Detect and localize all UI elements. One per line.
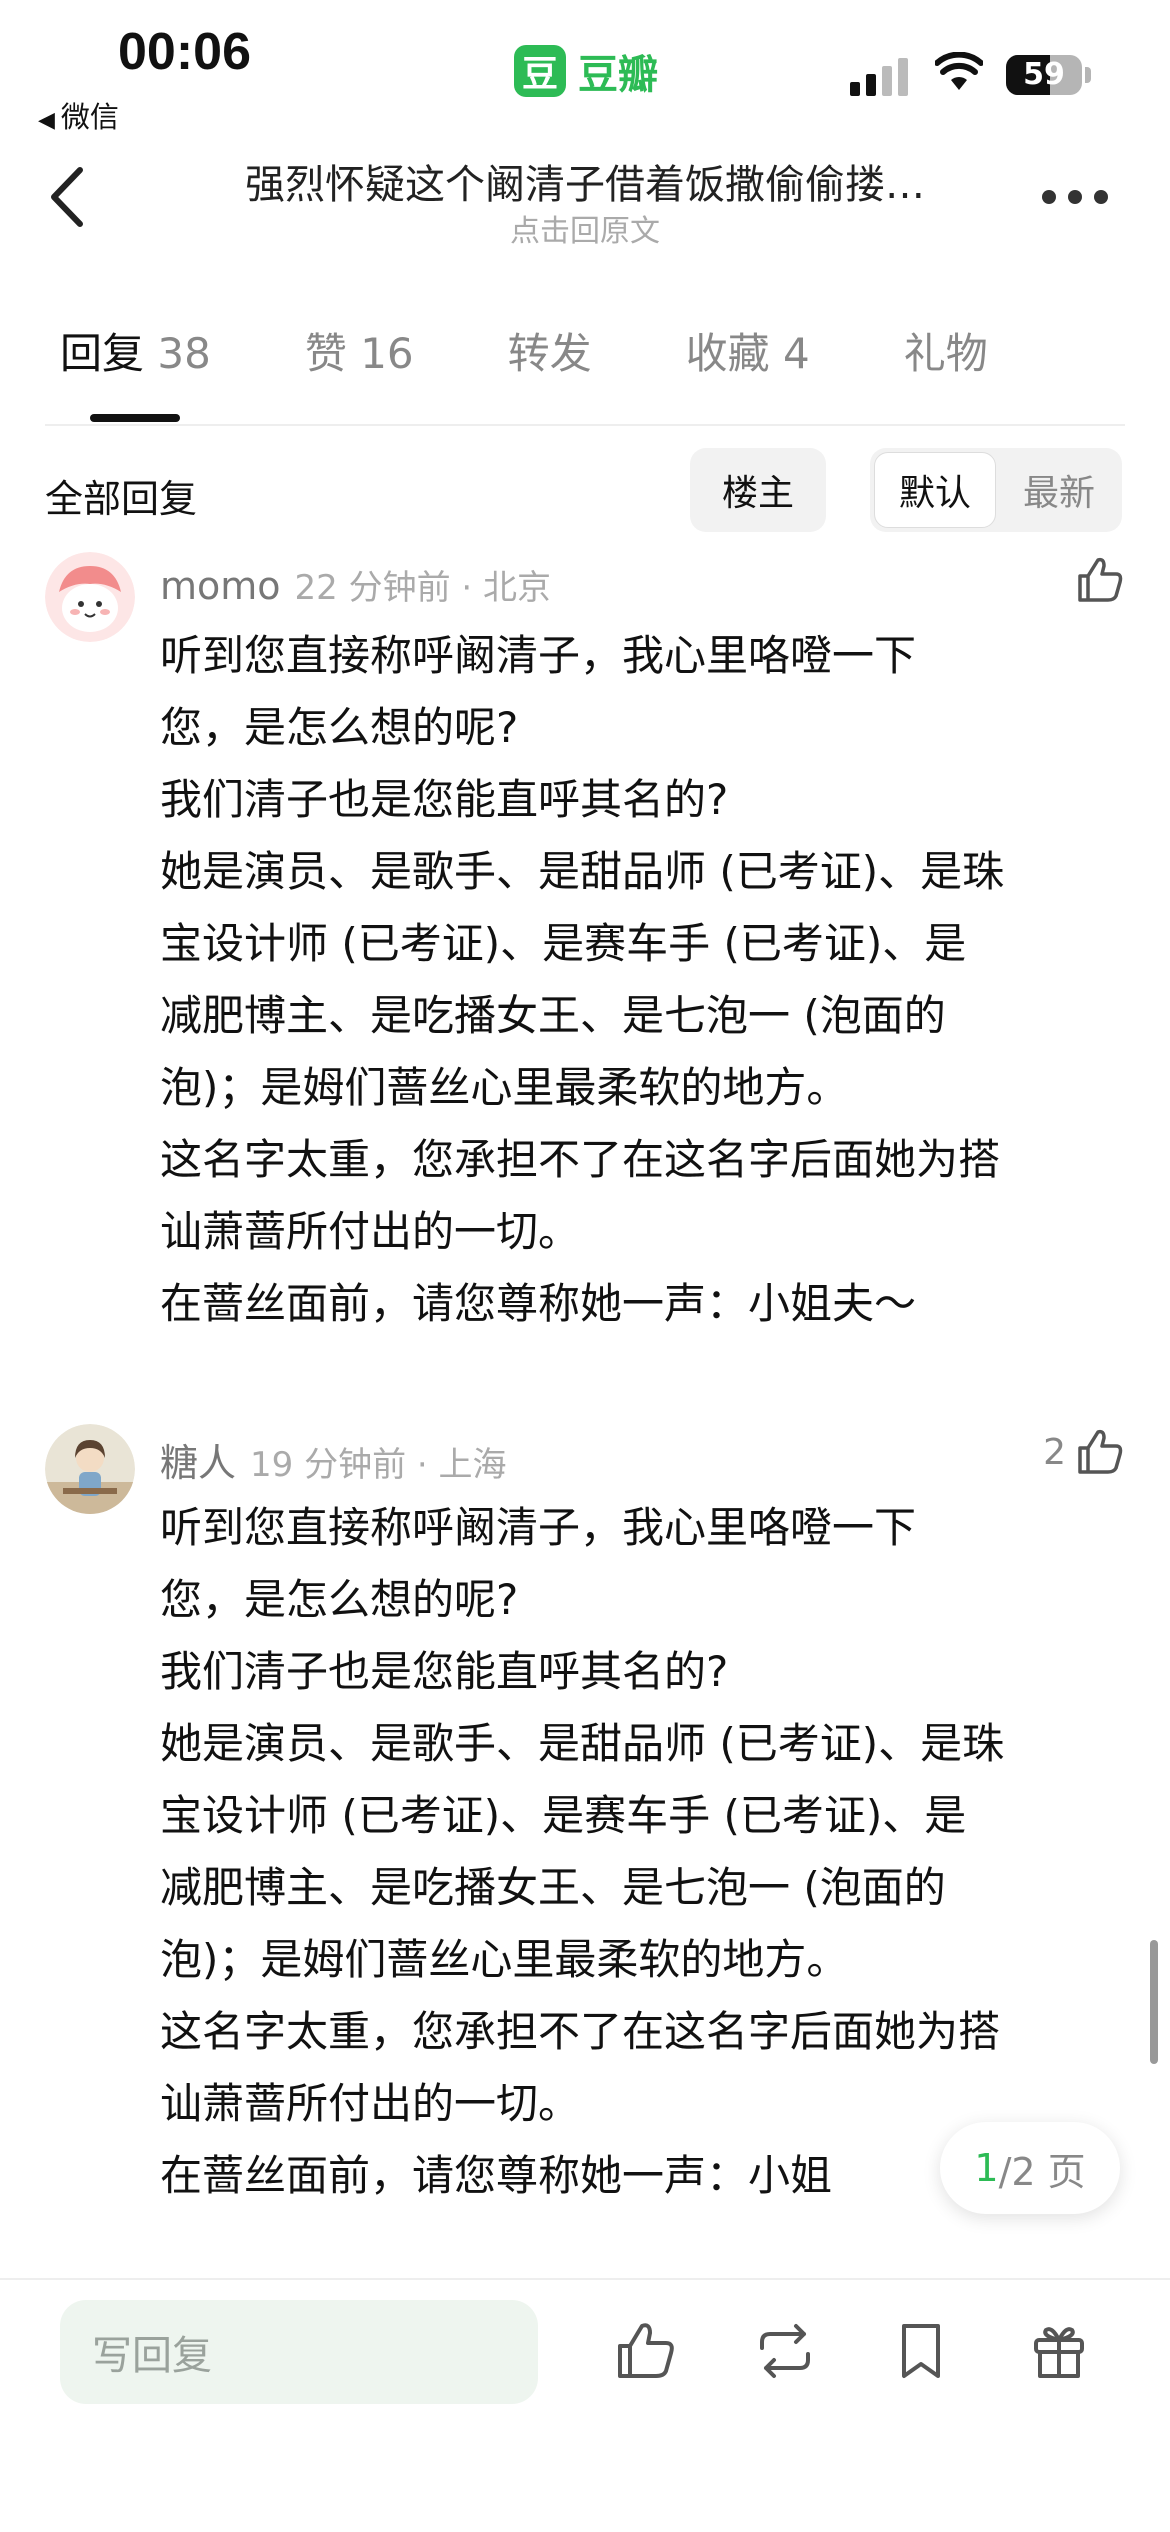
- back-to-original-link[interactable]: 点击回原文: [150, 206, 1020, 250]
- app-name: 豆瓣: [578, 52, 658, 98]
- battery-level: 59: [1023, 57, 1065, 92]
- comment-author[interactable]: 糖人: [160, 1441, 236, 1485]
- comment-author[interactable]: momo: [160, 564, 281, 608]
- divider: [45, 424, 1125, 426]
- op-only-button[interactable]: 楼主: [690, 448, 826, 532]
- back-app-label: 微信: [60, 100, 119, 134]
- douban-logo-icon: 豆: [514, 45, 566, 97]
- active-tab-indicator: [90, 414, 180, 422]
- battery-icon: 59: [1006, 55, 1082, 95]
- sort-latest-button[interactable]: 最新: [998, 452, 1120, 528]
- comment-text: 听到您直接称呼阚清子，我心里咯噔一下 您，是怎么想的呢? 我们清子也是您能直呼其…: [160, 631, 1005, 1328]
- all-replies-label: 全部回复: [45, 477, 198, 521]
- current-page: 1: [974, 2146, 999, 2190]
- divider: [0, 2278, 1170, 2280]
- chevron-left-icon: [51, 167, 83, 227]
- comment-text: 听到您直接称呼阚清子，我心里咯噔一下 您，是怎么想的呢? 我们清子也是您能直呼其…: [160, 1503, 1005, 2200]
- wifi-icon: [934, 51, 984, 96]
- gift-icon: [1034, 2327, 1084, 2378]
- tab-reshares[interactable]: 转发: [508, 320, 592, 381]
- comment-meta: momo 22 分钟前 · 北京: [160, 560, 551, 609]
- avatar[interactable]: [45, 552, 135, 642]
- like-post-button[interactable]: [612, 2318, 678, 2384]
- back-to-app-link[interactable]: ◀ 微信: [38, 94, 119, 136]
- reshare-button[interactable]: [752, 2318, 818, 2384]
- thumbs-up-icon: [1078, 1429, 1123, 1474]
- reply-filter-row: 全部回复 楼主 默认 最新: [0, 448, 1170, 534]
- gift-button[interactable]: [1026, 2318, 1092, 2384]
- cellular-signal-icon: [850, 58, 908, 96]
- comment-time-location: 22 分钟前 · 北京: [294, 568, 552, 608]
- collect-button[interactable]: [888, 2318, 954, 2384]
- comment-time-location: 19 分钟前 · 上海: [250, 1445, 507, 1485]
- like-count: 2: [1043, 1431, 1066, 1473]
- more-options-icon[interactable]: [1042, 190, 1108, 204]
- tab-collections[interactable]: 收藏 4: [686, 320, 810, 381]
- sort-default-button[interactable]: 默认: [874, 452, 996, 528]
- status-bar: 00:06 ◀ 微信 豆 豆瓣 59: [0, 0, 1170, 134]
- like-button[interactable]: [1066, 554, 1126, 606]
- tab-bar: 回复 38 赞 16 转发 收藏 4 礼物: [60, 320, 1082, 381]
- app-badge: 豆 豆瓣: [514, 42, 658, 100]
- total-pages: /2 页: [998, 2149, 1086, 2194]
- sort-toggle: 默认 最新: [870, 448, 1122, 532]
- like-button[interactable]: 2: [1043, 1426, 1126, 1478]
- thumbs-up-icon: [618, 2323, 674, 2378]
- nav-bar: 强烈怀疑这个阚清子借着饭撒偷偷搂… 点击回原文: [0, 140, 1170, 260]
- scrollbar[interactable]: [1150, 1940, 1158, 2064]
- back-triangle-icon: ◀: [38, 108, 55, 133]
- tab-likes[interactable]: 赞 16: [305, 320, 414, 381]
- thumbs-up-icon: [1078, 557, 1123, 602]
- back-button[interactable]: [40, 162, 100, 232]
- comment-item: momo 22 分钟前 · 北京 听到您直接称呼阚清子，我心里咯噔一下 您，是怎么…: [0, 552, 1170, 1352]
- comment-meta: 糖人 19 分钟前 · 上海: [160, 1432, 507, 1487]
- avatar[interactable]: [45, 1424, 135, 1514]
- page-title[interactable]: 强烈怀疑这个阚清子借着饭撒偷偷搂…: [150, 152, 1020, 210]
- bookmark-icon: [902, 2324, 940, 2378]
- reply-input[interactable]: 写回复: [60, 2300, 538, 2404]
- reshare-icon: [760, 2324, 810, 2378]
- clock: 00:06: [118, 23, 251, 81]
- page-indicator[interactable]: 1/2 页: [940, 2122, 1120, 2214]
- comment-item: 糖人 19 分钟前 · 上海 2 听到您直接称呼阚清子，我心里咯噔一下 您，是怎么…: [0, 1424, 1170, 2244]
- tab-gifts[interactable]: 礼物: [904, 320, 988, 381]
- tab-replies[interactable]: 回复 38: [60, 320, 211, 381]
